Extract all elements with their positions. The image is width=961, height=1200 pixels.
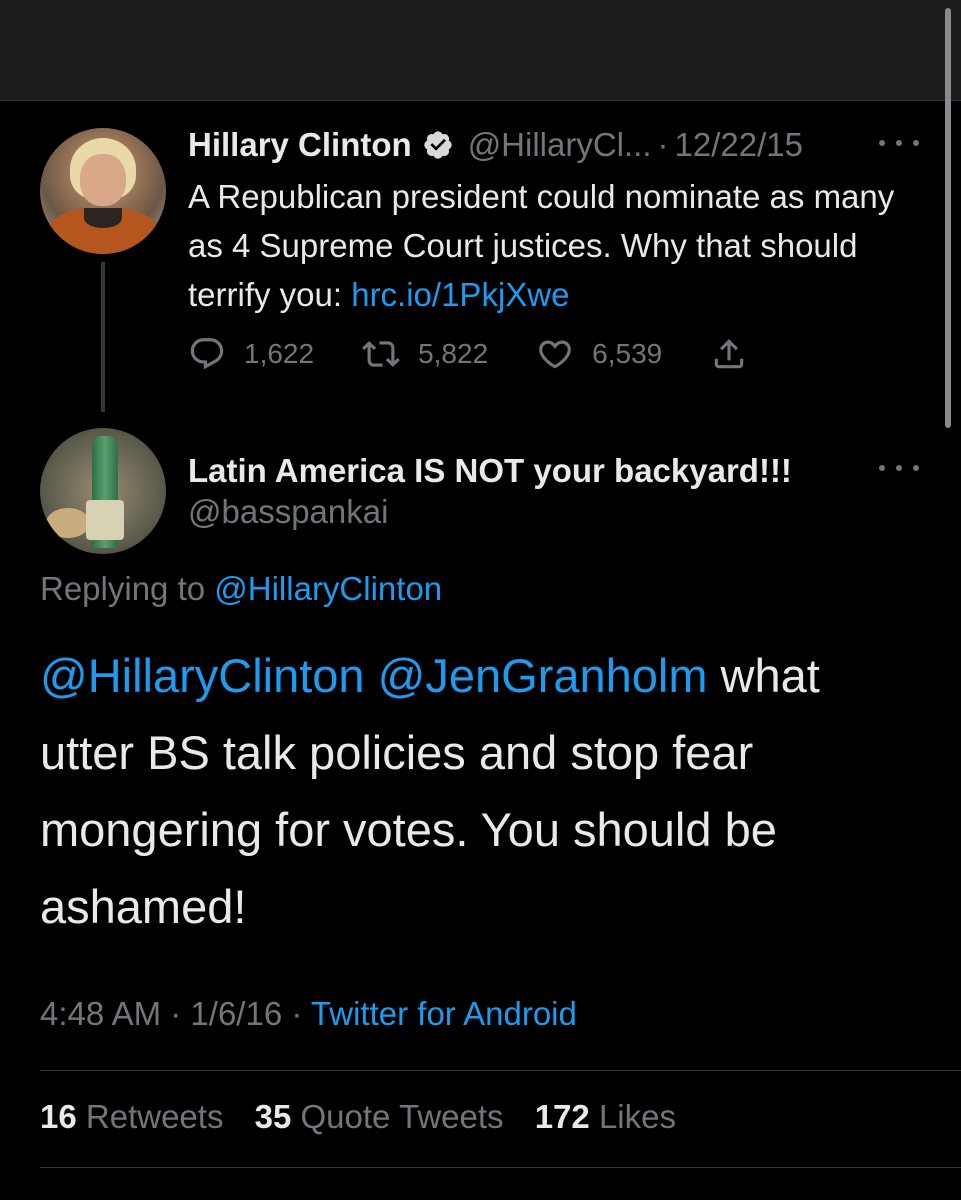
replying-to-label: Replying to xyxy=(40,570,215,607)
avatar-basspankai[interactable] xyxy=(40,428,166,554)
share-icon xyxy=(714,339,744,369)
tweet-stats: 16 Retweets 35 Quote Tweets 172 Likes xyxy=(40,1098,698,1136)
parent-display-name[interactable]: Hillary Clinton xyxy=(188,126,412,164)
retweet-count: 5,822 xyxy=(418,338,489,369)
retweets-count: 16 xyxy=(40,1098,77,1135)
mention-hillaryclinton[interactable]: @HillaryClinton xyxy=(40,649,365,702)
share-button[interactable] xyxy=(710,335,748,373)
parent-tweet-link[interactable]: hrc.io/1PkjXwe xyxy=(351,276,569,313)
retweet-button[interactable]: 5,822 xyxy=(362,335,488,373)
quotes-label: Quote Tweets xyxy=(300,1098,504,1135)
avatar-bottle-label xyxy=(86,500,124,540)
reply-tweet-text: @HillaryClinton @JenGranholm what utter … xyxy=(40,637,920,945)
parent-handle[interactable]: @HillaryCl... xyxy=(468,126,652,164)
quotes-count: 35 xyxy=(254,1098,292,1135)
tweet-meta: 4:48 AM · 1/6/16 · Twitter for Android xyxy=(40,995,577,1033)
parent-tweet-actions: 1,622 5,822 6,539 xyxy=(188,334,796,374)
retweets-stat[interactable]: 16 Retweets xyxy=(40,1098,223,1135)
reply-count: 1,622 xyxy=(244,338,315,369)
mention-jengranholm[interactable]: @JenGranholm xyxy=(378,649,708,702)
avatar-snacks xyxy=(46,508,90,538)
reply-tweet-header: Latin America IS NOT your backyard!!! xyxy=(188,448,792,494)
verified-icon xyxy=(424,131,452,159)
avatar-hillary-clinton[interactable] xyxy=(40,128,166,254)
scrollbar[interactable] xyxy=(945,8,951,428)
avatar-face xyxy=(80,154,126,206)
more-icon-reply[interactable] xyxy=(879,453,919,483)
like-button[interactable]: 6,539 xyxy=(536,335,662,373)
divider-bottom xyxy=(40,1167,961,1168)
retweet-icon xyxy=(362,341,400,367)
likes-label: Likes xyxy=(598,1098,676,1135)
tweet-detail-page: Hillary Clinton @HillaryCl... · 12/22/15… xyxy=(0,0,961,1200)
separator-dot: · xyxy=(657,126,669,163)
replying-to-line: Replying to @HillaryClinton xyxy=(40,570,442,608)
parent-date[interactable]: 12/22/15 xyxy=(675,126,803,164)
more-icon[interactable] xyxy=(879,128,919,158)
parent-tweet-text: A Republican president could nominate as… xyxy=(188,172,918,319)
top-bar xyxy=(0,0,961,101)
likes-stat[interactable]: 172 Likes xyxy=(535,1098,676,1135)
tweet-source[interactable]: Twitter for Android xyxy=(311,995,577,1032)
like-icon xyxy=(539,340,571,369)
reply-button[interactable]: 1,622 xyxy=(188,335,314,373)
meta-separator: · xyxy=(170,995,182,1032)
tweet-date[interactable]: 1/6/16 xyxy=(190,995,282,1032)
tweet-time[interactable]: 4:48 AM xyxy=(40,995,161,1032)
reply-display-name[interactable]: Latin America IS NOT your backyard!!! xyxy=(188,452,792,490)
retweets-label: Retweets xyxy=(85,1098,224,1135)
replying-to-mention[interactable]: @HillaryClinton xyxy=(214,570,442,607)
likes-count: 172 xyxy=(534,1098,590,1135)
divider xyxy=(40,1070,961,1071)
reply-handle[interactable]: @basspankai xyxy=(188,493,388,531)
thread-line xyxy=(101,262,105,412)
reply-icon xyxy=(190,338,224,370)
like-count: 6,539 xyxy=(592,338,663,369)
parent-tweet-header: Hillary Clinton @HillaryCl... · 12/22/15 xyxy=(188,122,803,168)
meta-separator-2: · xyxy=(291,995,303,1032)
quote-tweets-stat[interactable]: 35 Quote Tweets xyxy=(255,1098,504,1135)
avatar-necklace xyxy=(84,208,122,228)
